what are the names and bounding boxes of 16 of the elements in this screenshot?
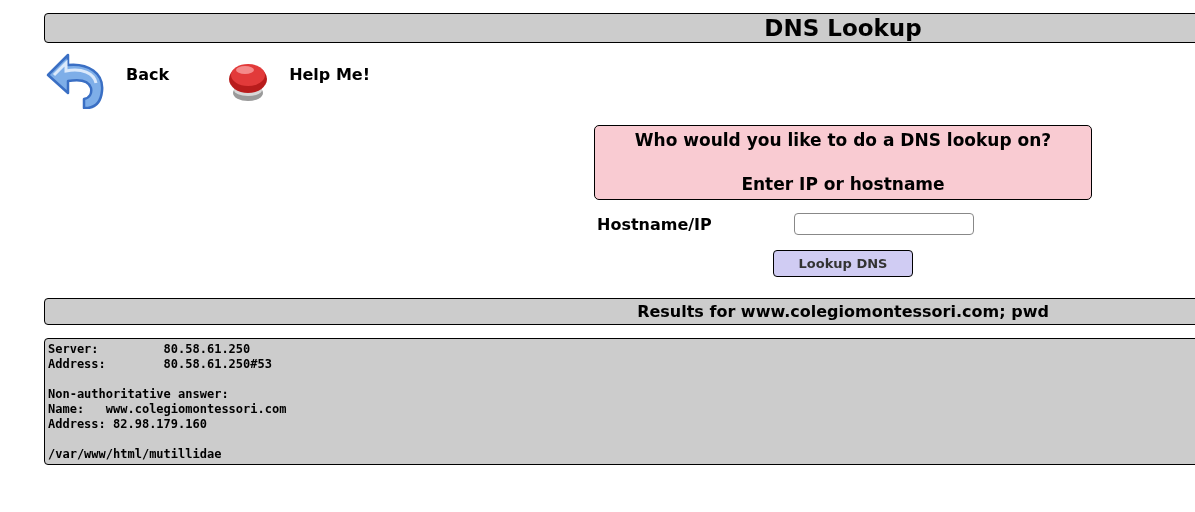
output-line: Server: 80.58.61.250 [48,342,251,357]
prompt-text: Enter IP or hostname [740,173,946,195]
output-line: /var/www/html/mutillidae [48,447,222,462]
output-line: Non-authoritative answer: [48,387,229,402]
field-label: Hostname/IP [596,214,713,234]
results-title: Results for www.colegiomontessori.com; pwd [637,302,1049,321]
lookup-button[interactable]: Lookup DNS [773,250,913,277]
output-line: Address: 82.98.179.160 [48,417,207,432]
output-line: Name: www.colegiomontessori.com [48,402,287,417]
prompt-text: Who would you like to do a DNS lookup on? [633,129,1053,151]
page-title: DNS Lookup [764,15,922,41]
back-link[interactable]: Back [44,51,170,109]
hostname-field[interactable] [794,213,974,235]
help-link[interactable]: Help Me! [227,57,370,103]
back-arrow-icon [44,51,106,109]
output-line: Address: 80.58.61.250#53 [48,357,272,372]
